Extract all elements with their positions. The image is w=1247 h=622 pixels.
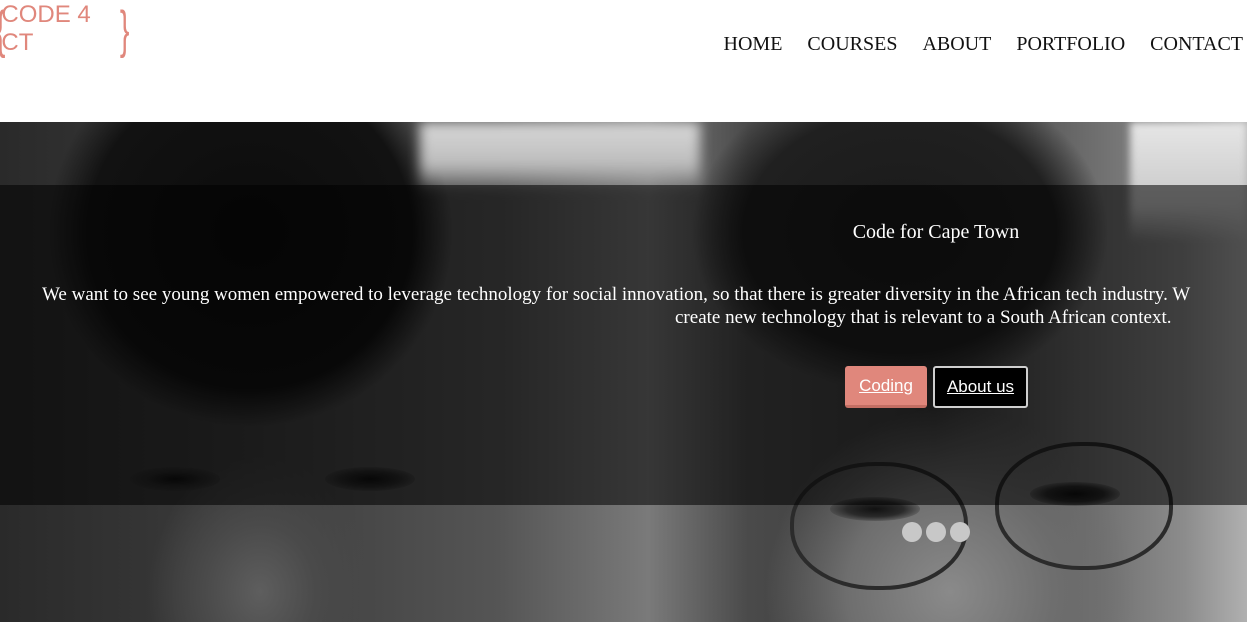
nav-courses[interactable]: COURSES [807, 30, 897, 58]
hero-title: Code for Cape Town [852, 221, 1020, 243]
site-header: { CODE 4 CT } HOME COURSES ABOUT PORTFOL… [0, 0, 1247, 122]
hero-carousel: Code for Cape Town We want to see young … [0, 122, 1247, 622]
nav-portfolio[interactable]: PORTFOLIO [1016, 30, 1125, 58]
carousel-indicators [902, 522, 970, 542]
nav-home[interactable]: HOME [724, 30, 783, 58]
logo-brace-close: } [119, 1, 130, 59]
logo-brace-open: { [0, 4, 5, 56]
logo-text: CODE 4 CT [1, 1, 91, 56]
carousel-dot-1[interactable] [902, 522, 922, 542]
hero-description-line-2: create new technology that is relevant t… [675, 307, 1172, 328]
about-us-button[interactable]: About us [933, 366, 1028, 408]
carousel-dot-2[interactable] [926, 522, 946, 542]
hero-description: We want to see young women empowered to … [42, 283, 1247, 329]
nav-contact[interactable]: CONTACT [1150, 30, 1243, 58]
hero-description-line-1: We want to see young women empowered to … [42, 284, 1191, 305]
carousel-dot-3[interactable] [950, 522, 970, 542]
hero-photo-highlight [420, 122, 700, 192]
main-nav: HOME COURSES ABOUT PORTFOLIO CONTACT [699, 30, 1243, 58]
coding-button[interactable]: Coding [845, 366, 927, 408]
logo[interactable]: { CODE 4 CT } [0, 0, 129, 60]
nav-about[interactable]: ABOUT [922, 30, 991, 58]
